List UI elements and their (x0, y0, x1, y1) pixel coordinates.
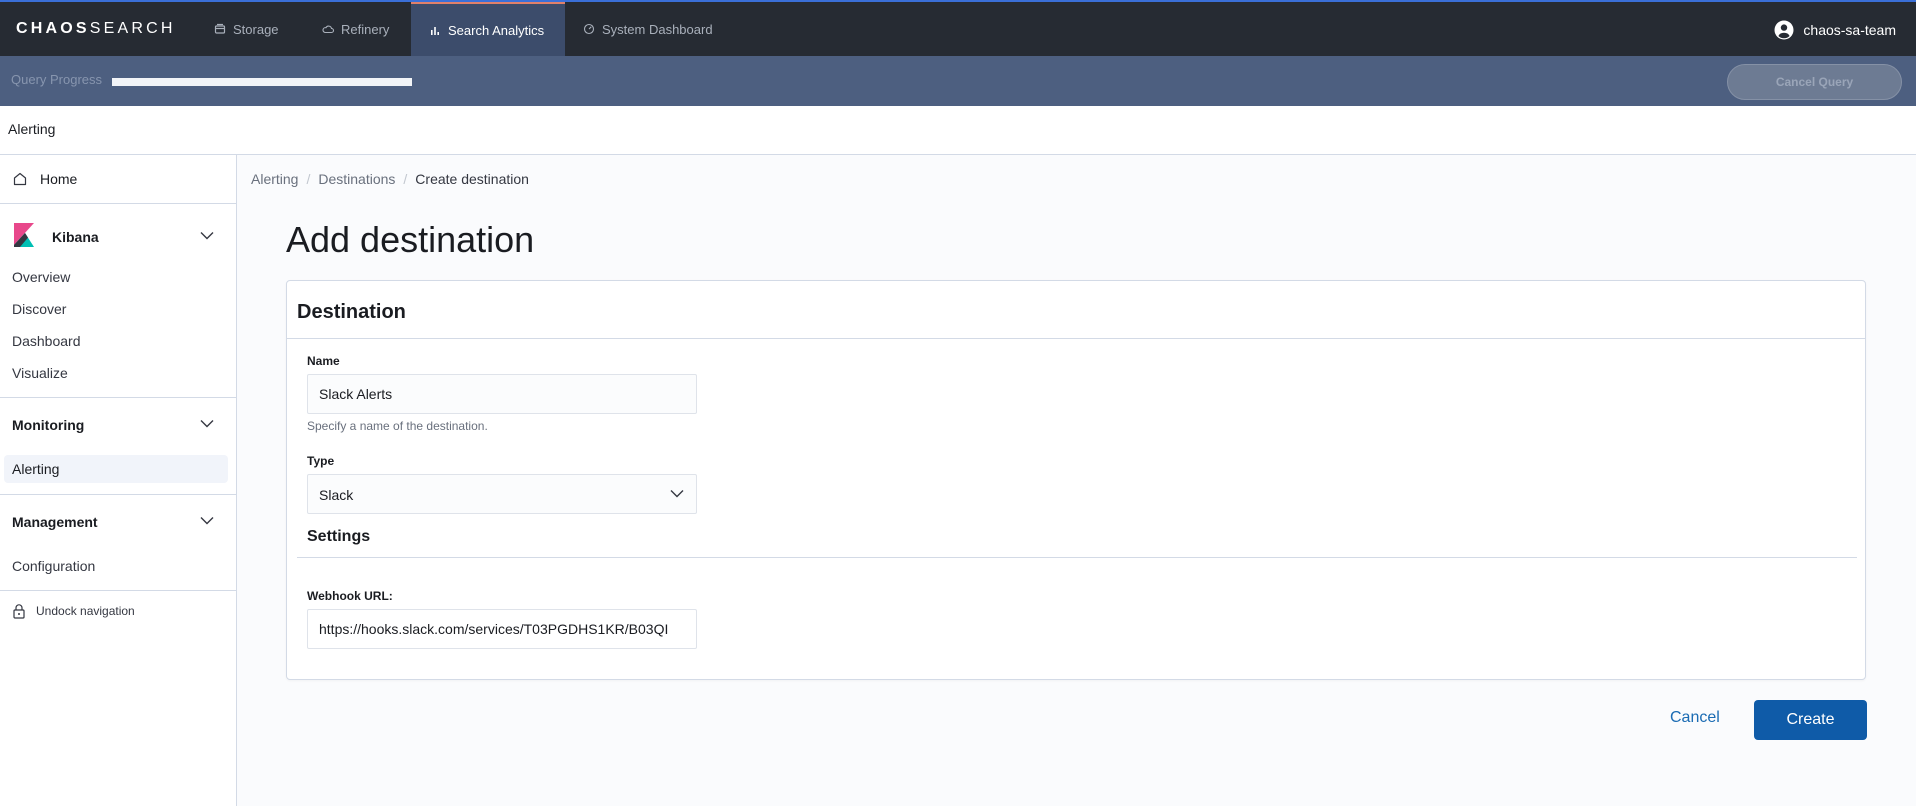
undock-navigation-label: Undock navigation (36, 604, 135, 618)
breadcrumb-separator: / (403, 171, 408, 187)
app-header-title: Alerting (8, 121, 56, 137)
user-name: chaos-sa-team (1803, 22, 1896, 38)
chaossearch-logo[interactable]: CHAOSSEARCH (16, 20, 176, 38)
lock-icon (13, 604, 25, 619)
undock-navigation-button[interactable]: Undock navigation (12, 603, 135, 619)
sidebar-divider (0, 494, 236, 495)
sidebar: Home Kibana Overview Discover Dashboard … (0, 155, 237, 806)
user-menu[interactable]: chaos-sa-team (1774, 20, 1896, 40)
name-input[interactable] (307, 374, 697, 414)
breadcrumb-alerting[interactable]: Alerting (251, 171, 298, 187)
type-select[interactable]: Slack (307, 474, 697, 514)
settings-divider (297, 557, 1857, 558)
create-button[interactable]: Create (1754, 700, 1867, 740)
query-progress-label: Query Progress (11, 72, 103, 87)
progress-fill (112, 78, 412, 86)
query-progress-bar: Query Progress Cancel Query (0, 56, 1916, 106)
storage-icon (214, 23, 226, 34)
sidebar-group-title: Management (12, 514, 98, 530)
cancel-button[interactable]: Cancel (1670, 709, 1720, 727)
sidebar-item-configuration[interactable]: Configuration (12, 558, 95, 574)
nav-tab-label: Storage (233, 21, 279, 37)
sidebar-group-title: Kibana (52, 229, 99, 245)
type-select-value: Slack (319, 487, 354, 503)
bar-chart-icon (431, 27, 439, 35)
user-avatar-icon (1774, 20, 1794, 40)
name-help-text: Specify a name of the destination. (307, 419, 488, 433)
sidebar-divider (0, 397, 236, 398)
sidebar-divider (0, 590, 236, 591)
breadcrumb: Alerting / Destinations / Create destina… (251, 171, 529, 187)
webhook-url-label: Webhook URL: (307, 589, 393, 603)
type-label: Type (307, 454, 335, 468)
chevron-down-icon[interactable] (200, 231, 214, 240)
name-label: Name (307, 354, 340, 368)
kibana-logo-icon (14, 223, 34, 247)
nav-tab-label: System Dashboard (602, 21, 713, 37)
nav-tab-search-analytics[interactable]: Search Analytics (411, 2, 565, 56)
nav-tab-label: Refinery (341, 21, 390, 37)
page-title: Add destination (286, 219, 535, 260)
chevron-down-icon[interactable] (200, 516, 214, 525)
destination-panel: Destination Name Specify a name of the d… (286, 280, 1866, 680)
cancel-query-button[interactable]: Cancel Query (1727, 64, 1902, 100)
panel-divider (287, 338, 1865, 339)
chevron-down-icon (670, 490, 684, 498)
breadcrumb-current: Create destination (415, 171, 529, 187)
nav-tab-system-dashboard[interactable]: System Dashboard (565, 2, 731, 56)
chevron-down-icon[interactable] (200, 419, 214, 428)
sidebar-item-discover[interactable]: Discover (12, 301, 66, 317)
sidebar-item-home[interactable]: Home (0, 155, 236, 204)
cloud-icon (322, 25, 334, 34)
breadcrumb-destinations[interactable]: Destinations (318, 171, 395, 187)
sidebar-group-title: Monitoring (12, 417, 85, 433)
webhook-url-input[interactable] (307, 609, 697, 649)
breadcrumb-separator: / (306, 171, 311, 187)
panel-title: Destination (297, 301, 406, 323)
sidebar-item-overview[interactable]: Overview (12, 269, 70, 285)
sidebar-group-management[interactable]: Management (0, 501, 236, 541)
app-header: Alerting (0, 106, 1916, 155)
main-content: Alerting / Destinations / Create destina… (237, 155, 1916, 806)
sidebar-item-label: Home (40, 171, 78, 187)
top-navigation: CHAOSSEARCH Storage Refinery Search Anal… (0, 0, 1916, 56)
home-icon (13, 172, 27, 186)
sidebar-item-visualize[interactable]: Visualize (12, 365, 68, 381)
nav-tab-label: Search Analytics (448, 22, 545, 38)
settings-title: Settings (307, 528, 371, 545)
nav-tab-refinery[interactable]: Refinery (304, 2, 407, 56)
sidebar-item-dashboard[interactable]: Dashboard (12, 333, 81, 349)
nav-tab-storage[interactable]: Storage (196, 2, 297, 56)
gauge-icon (583, 23, 595, 35)
sidebar-group-kibana[interactable]: Kibana (0, 212, 236, 260)
progress-track (112, 78, 412, 86)
sidebar-item-alerting[interactable]: Alerting (12, 461, 59, 477)
sidebar-group-monitoring[interactable]: Monitoring (0, 404, 236, 444)
